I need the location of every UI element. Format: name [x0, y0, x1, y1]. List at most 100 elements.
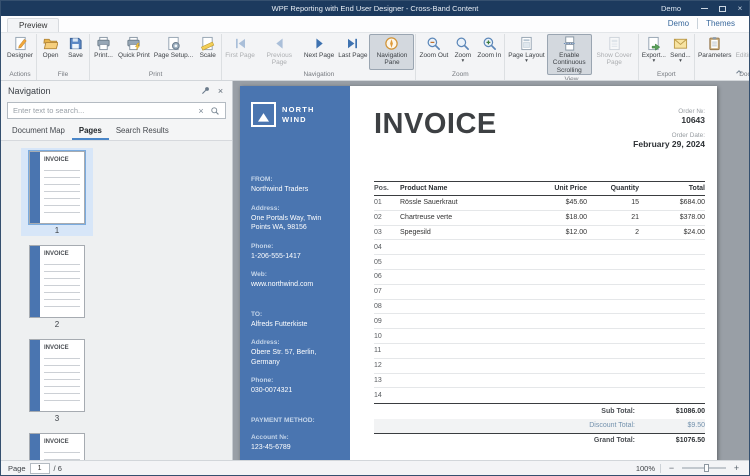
ribbon-group-label: Navigation	[303, 71, 335, 78]
ribbon-group-actions: Designer Actions	[4, 34, 38, 80]
ribbon-group-label: File	[57, 71, 69, 78]
ribbon-button-zoom-in[interactable]: Zoom In	[475, 34, 503, 70]
app-window: WPF Reporting with End User Designer - C…	[0, 0, 750, 476]
thumb-band	[30, 340, 40, 411]
ribbon-button-scale[interactable]: Scale	[195, 34, 220, 70]
search-button[interactable]	[208, 104, 222, 118]
zoom-in-button[interactable]: +	[731, 463, 742, 474]
column-header-quantity: Quantity	[610, 185, 639, 192]
demo-link[interactable]: Demo	[660, 18, 697, 29]
thumb-invoice-title: INVOICE	[44, 251, 69, 257]
thumbnail-page: INVOICE	[28, 150, 86, 225]
ribbon-button-export[interactable]: Export... ▾	[640, 34, 668, 70]
chevron-up-icon	[734, 67, 744, 77]
ribbon-group-buttons: Designer	[5, 34, 35, 70]
ribbon-button-print[interactable]: Print...	[91, 34, 116, 70]
zoom-out-button[interactable]: −	[666, 463, 677, 474]
invoice-body: INVOICE Order №: 10643 Order Date: Febru…	[350, 86, 717, 460]
ribbon-button-label: Parameters	[697, 52, 732, 59]
cell-pos: 09	[374, 317, 382, 325]
total-row-grand-total: Grand Total: $1076.50	[374, 433, 705, 448]
printer-icon	[96, 36, 111, 51]
band-field-label: PAYMENT METHOD:	[251, 416, 315, 424]
table-row: 13	[374, 374, 705, 389]
nav-tab-document-map[interactable]: Document Map	[5, 123, 72, 140]
ribbon-button-label: Last Page	[338, 52, 368, 59]
ribbon-button-send[interactable]: Send... ▾	[668, 34, 693, 70]
search-box: ×	[7, 102, 226, 119]
page-thumbnail[interactable]: INVOICE 2	[21, 242, 93, 330]
status-bar: Page 1 / 6 100% − +	[1, 460, 749, 475]
cell-pos: 06	[374, 273, 382, 281]
ribbon-button-label: Navigation Pane	[376, 52, 408, 67]
current-page-input[interactable]: 1	[29, 462, 50, 474]
ribbon-button-label: Zoom Out	[419, 52, 449, 59]
ribbon-button-page-setup[interactable]: Page Setup...	[152, 34, 195, 70]
minimize-button[interactable]	[695, 1, 713, 16]
page-thumbnail[interactable]: INVOICE4	[21, 430, 93, 460]
search-input[interactable]	[13, 106, 194, 115]
cell-pos: 12	[374, 362, 382, 370]
navigation-tabs: Document Map Pages Search Results	[1, 123, 232, 141]
total-row-discount-total: Discount Total: $9.50	[374, 418, 705, 434]
cell-total: $684.00	[679, 199, 705, 207]
ribbon-button-last-page[interactable]: Last Page	[336, 34, 369, 70]
zoom-slider[interactable]	[682, 464, 726, 472]
band-field-value: Obere Str. 57, Berlin, Germany	[251, 349, 317, 366]
ribbon-tab-row: Preview Demo Themes	[1, 16, 749, 32]
previous-page-icon	[272, 36, 287, 51]
column-header-total: Total	[688, 185, 705, 192]
invoice-page: NORTH WIND FROM: Northwind Traders Address…	[240, 86, 717, 460]
page-thumbnail[interactable]: INVOICE 3	[21, 336, 93, 424]
close-panel-button[interactable]: ×	[213, 83, 228, 98]
ribbon-collapse-button[interactable]	[732, 66, 746, 78]
ribbon-group-buttons: Print... Quick Print Page Setup... Scale	[91, 34, 220, 70]
ribbon-button-quick-print[interactable]: Quick Print	[116, 34, 152, 70]
table-row: 01 Rössle Sauerkraut $45.60 15 $684.00	[374, 196, 705, 211]
page-thumbnail[interactable]: INVOICE 1	[21, 148, 93, 236]
nav-tab-search-results[interactable]: Search Results	[109, 123, 176, 140]
titlebar-demo-label: Demo	[660, 4, 681, 13]
ribbon-button-page-layout[interactable]: Page Layout ▾	[506, 34, 547, 75]
clear-search-button[interactable]: ×	[194, 104, 208, 118]
ribbon-button-zoom-out[interactable]: Zoom Out	[417, 34, 450, 70]
navigation-pane-icon	[384, 36, 399, 51]
ribbon-group-label: Zoom	[452, 71, 469, 78]
ribbon-button-save[interactable]: Save	[63, 34, 88, 70]
themes-link[interactable]: Themes	[697, 18, 743, 29]
last-page-icon	[345, 36, 360, 51]
total-label: Discount Total:	[589, 422, 635, 430]
column-header-unit-price: Unit Price	[554, 185, 587, 192]
ribbon-button-show-cover-page: Show Cover Page	[592, 34, 637, 75]
ribbon-button-designer[interactable]: Designer	[5, 34, 35, 70]
close-icon: ×	[217, 85, 224, 96]
ribbon-button-parameters[interactable]: Parameters	[696, 34, 734, 70]
table-row: 12	[374, 359, 705, 374]
tab-preview[interactable]: Preview	[7, 18, 60, 32]
zoom-out-icon	[426, 36, 441, 51]
ribbon-button-zoom[interactable]: Zoom ▾	[450, 34, 475, 70]
ribbon-button-navigation-pane[interactable]: Navigation Pane	[369, 34, 415, 70]
ribbon-button-label: Show Cover Page	[596, 52, 632, 67]
total-value: $9.50	[687, 422, 705, 430]
plus-icon: +	[733, 463, 740, 473]
ribbon-button-open[interactable]: Open	[38, 34, 63, 70]
titlebar-controls: Demo ×	[661, 1, 749, 16]
thumbnail-page-number: 1	[54, 226, 60, 235]
band-field-label: Address:	[251, 339, 280, 346]
band-field-label: FROM:	[251, 176, 273, 183]
zoom-slider-thumb[interactable]	[704, 464, 709, 472]
table-row: 14	[374, 388, 705, 403]
close-button[interactable]: ×	[731, 1, 749, 16]
cell-product: Rössle Sauerkraut	[400, 199, 458, 207]
ribbon-button-next-page[interactable]: Next Page	[302, 34, 336, 70]
cell-pos: 07	[374, 288, 382, 296]
send-icon	[673, 36, 688, 51]
nav-tab-pages[interactable]: Pages	[71, 123, 109, 140]
cell-pos: 10	[374, 332, 382, 340]
document-preview-area[interactable]: NORTH WIND FROM: Northwind Traders Address…	[233, 81, 749, 460]
maximize-button[interactable]	[713, 1, 731, 16]
ribbon-button-enable-continuous-scrolling[interactable]: Enable Continuous Scrolling	[546, 34, 592, 76]
parameters-icon	[707, 36, 722, 51]
pin-panel-button[interactable]	[198, 83, 213, 98]
